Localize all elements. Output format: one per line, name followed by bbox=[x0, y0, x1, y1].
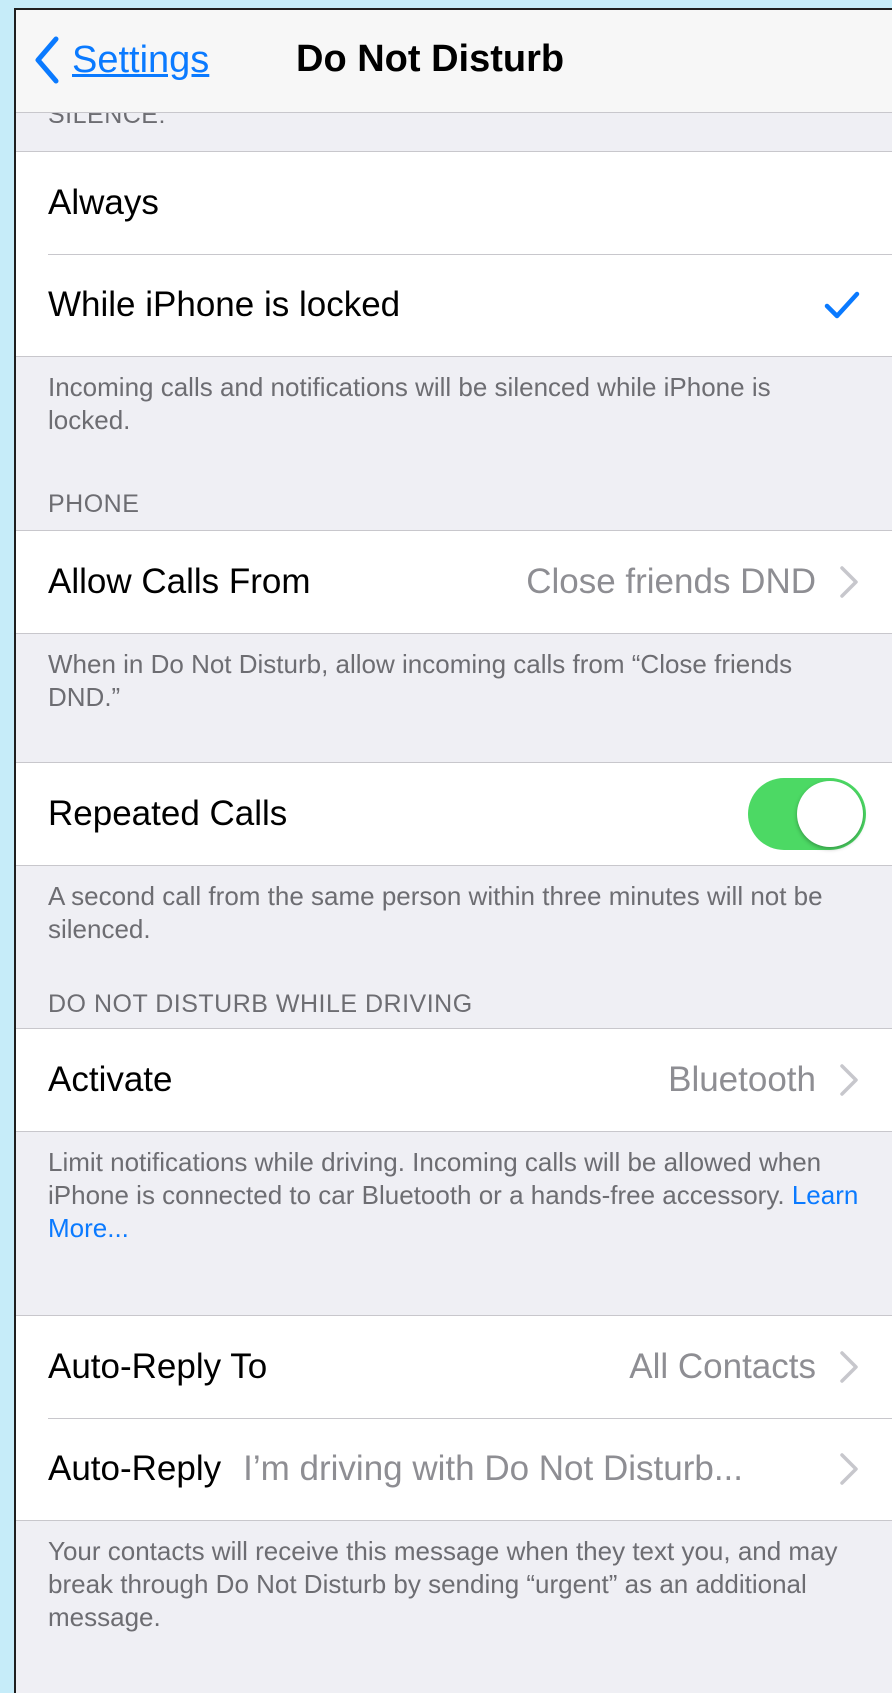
chevron-right-icon bbox=[840, 566, 858, 598]
auto-reply-label: Auto-Reply bbox=[48, 1449, 222, 1488]
repeated-calls-row: Repeated Calls bbox=[16, 763, 892, 865]
auto-reply-value: I’m driving with Do Not Disturb... bbox=[243, 1449, 744, 1488]
back-button-label[interactable]: Settings bbox=[72, 39, 209, 82]
section-header-silence: SILENCE: bbox=[16, 101, 892, 151]
toggle-knob bbox=[797, 781, 863, 847]
chevron-right-icon bbox=[840, 1453, 858, 1485]
repeated-calls-group: Repeated Calls bbox=[16, 762, 892, 866]
activate-value: Bluetooth bbox=[668, 1060, 816, 1099]
option-always[interactable]: Always bbox=[16, 152, 892, 254]
checkmark-icon bbox=[824, 290, 860, 320]
silence-group: Always While iPhone is locked bbox=[16, 151, 892, 357]
settings-list: SILENCE: Always While iPhone is locked I… bbox=[16, 101, 892, 1634]
chevron-right-icon bbox=[840, 1351, 858, 1383]
repeated-calls-toggle[interactable] bbox=[748, 778, 866, 850]
repeated-calls-label: Repeated Calls bbox=[48, 794, 288, 833]
repeated-calls-footer: A second call from the same person withi… bbox=[48, 881, 823, 944]
auto-reply-to-label: Auto-Reply To bbox=[48, 1347, 268, 1386]
driving-footer: Limit notifications while driving. Incom… bbox=[16, 1132, 892, 1315]
activate-right: Bluetooth bbox=[668, 1060, 860, 1100]
option-label: While iPhone is locked bbox=[48, 285, 401, 324]
section-header-driving: DO NOT DISTURB WHILE DRIVING bbox=[48, 990, 473, 1018]
allow-calls-value: Close friends DND bbox=[526, 562, 816, 601]
repeated-calls-right bbox=[748, 778, 866, 850]
auto-reply-to-row[interactable]: Auto-Reply To All Contacts bbox=[16, 1316, 892, 1418]
auto-reply-row[interactable]: Auto-Reply I’m driving with Do Not Distu… bbox=[16, 1418, 892, 1520]
chevron-right-icon bbox=[840, 1064, 858, 1096]
auto-reply-group: Auto-Reply To All Contacts Auto-Reply I’… bbox=[16, 1315, 892, 1521]
back-button[interactable]: Settings bbox=[32, 28, 209, 92]
auto-reply-to-value: All Contacts bbox=[629, 1347, 816, 1386]
driving-footer-text: Limit notifications while driving. Incom… bbox=[48, 1147, 822, 1210]
page-title: Do Not Disturb bbox=[296, 38, 565, 80]
allow-calls-from-row[interactable]: Allow Calls From Close friends DND bbox=[16, 531, 892, 633]
activate-label: Activate bbox=[48, 1060, 173, 1099]
driving-group: Activate Bluetooth bbox=[16, 1028, 892, 1132]
settings-screen: Settings Do Not Disturb SILENCE: Always … bbox=[14, 8, 892, 1693]
allow-calls-right: Close friends DND bbox=[526, 562, 860, 602]
section-header-phone: PHONE bbox=[48, 490, 140, 518]
navigation-bar: Settings Do Not Disturb bbox=[16, 10, 892, 113]
allow-calls-footer: When in Do Not Disturb, allow incoming c… bbox=[48, 649, 793, 712]
chevron-left-icon bbox=[35, 36, 59, 84]
allow-calls-label: Allow Calls From bbox=[48, 562, 311, 601]
phone-group: Allow Calls From Close friends DND bbox=[16, 530, 892, 634]
auto-reply-to-right: All Contacts bbox=[629, 1347, 860, 1387]
activate-row[interactable]: Activate Bluetooth bbox=[16, 1029, 892, 1131]
auto-reply-footer: Your contacts will receive this message … bbox=[48, 1536, 838, 1632]
option-while-locked[interactable]: While iPhone is locked bbox=[16, 254, 892, 356]
option-label: Always bbox=[48, 183, 159, 222]
silence-footer: Incoming calls and notifications will be… bbox=[48, 372, 771, 435]
auto-reply-right bbox=[816, 1451, 860, 1487]
